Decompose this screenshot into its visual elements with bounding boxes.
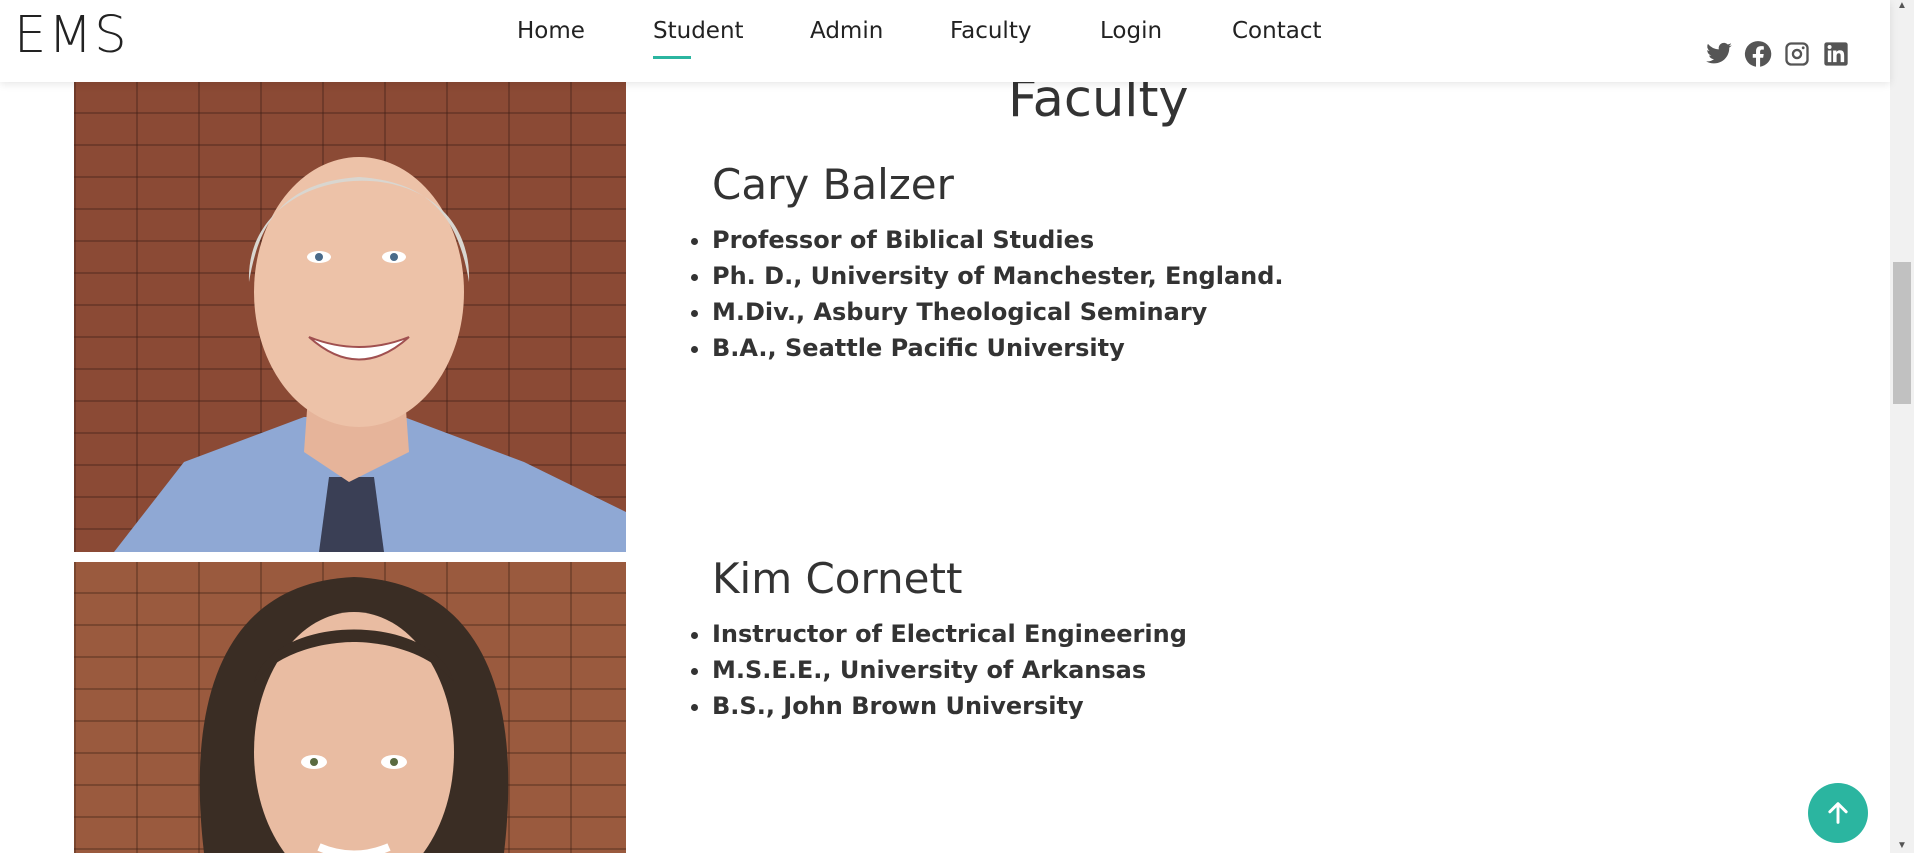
list-item: B.A., Seattle Pacific University: [712, 330, 1284, 366]
facebook-icon[interactable]: [1744, 40, 1772, 68]
list-item: Ph. D., University of Manchester, Englan…: [712, 258, 1284, 294]
nav-contact[interactable]: Contact: [1232, 18, 1321, 44]
list-item: B.S., John Brown University: [712, 688, 1187, 724]
nav-student[interactable]: Student: [653, 18, 744, 59]
faculty-name: Kim Cornett: [712, 554, 963, 603]
list-item: M.Div., Asbury Theological Seminary: [712, 294, 1284, 330]
page-scrollbar-thumb[interactable]: [1893, 262, 1911, 404]
back-to-top-button[interactable]: [1808, 783, 1868, 843]
nav-faculty[interactable]: Faculty: [950, 18, 1031, 44]
linkedin-icon[interactable]: [1822, 40, 1850, 68]
site-header: EMS Home Student Admin Faculty Login Con…: [0, 0, 1890, 82]
list-item: Professor of Biblical Studies: [712, 222, 1284, 258]
credentials-list: Professor of Biblical Studies Ph. D., Un…: [690, 222, 1284, 366]
arrow-up-icon: [1828, 802, 1848, 824]
twitter-icon[interactable]: [1705, 40, 1733, 68]
credentials-list: Instructor of Electrical Engineering M.S…: [690, 616, 1187, 724]
page-scrollbar-track[interactable]: [1890, 0, 1914, 853]
list-item: Instructor of Electrical Engineering: [712, 616, 1187, 652]
scroll-down-icon[interactable]: ▼: [1895, 840, 1909, 852]
faculty-photo-kim-cornett: [74, 562, 626, 853]
faculty-photo-cary-balzer: [74, 82, 626, 552]
instagram-icon[interactable]: [1783, 40, 1811, 68]
faculty-name: Cary Balzer: [712, 160, 954, 209]
nav-login[interactable]: Login: [1100, 18, 1162, 44]
scroll-up-icon[interactable]: ▲: [1895, 0, 1909, 11]
nav-admin[interactable]: Admin: [810, 18, 883, 44]
nav-home[interactable]: Home: [517, 18, 585, 44]
main-nav: Home Student Admin Faculty Login Contact: [0, 0, 1890, 82]
list-item: M.S.E.E., University of Arkansas: [712, 652, 1187, 688]
